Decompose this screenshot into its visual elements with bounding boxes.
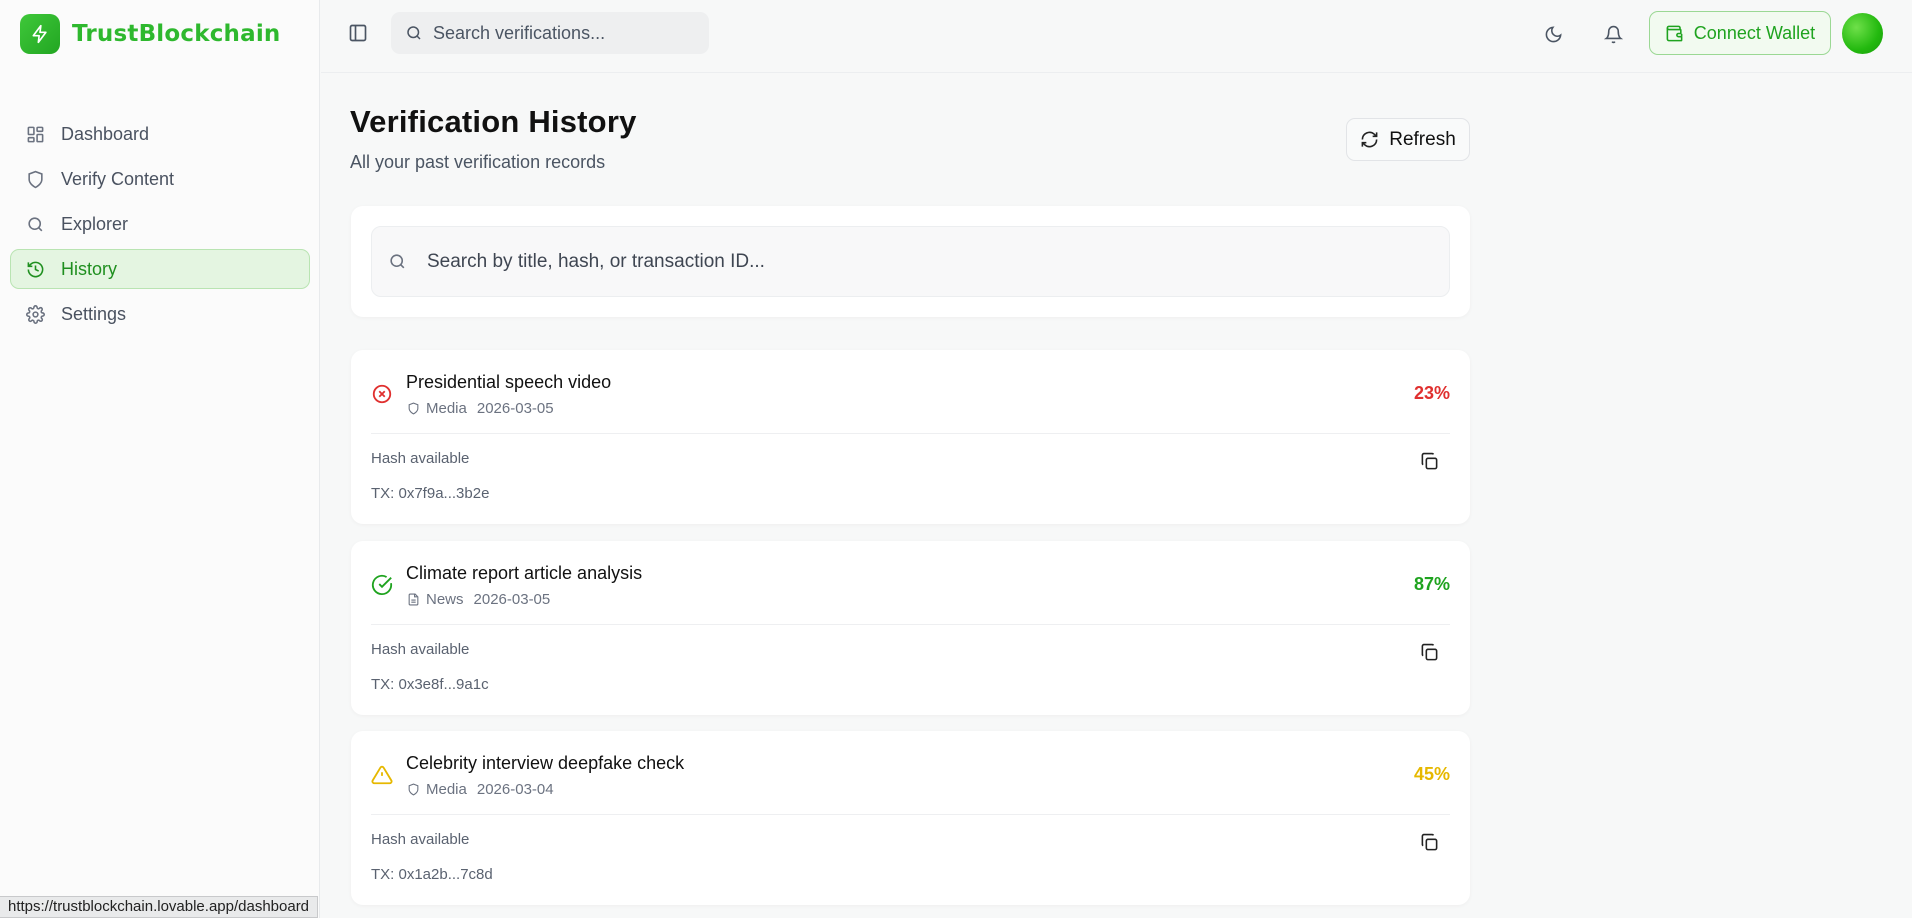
warning-triangle-icon — [371, 765, 393, 785]
dashboard-icon — [27, 126, 44, 142]
history-record[interactable]: Climate report article analysis News 202… — [351, 541, 1470, 715]
sidebar: TrustBlockchain Dashboard Verify Content… — [0, 0, 320, 918]
sidebar-item-label: Explorer — [61, 213, 129, 234]
bell-icon — [1603, 25, 1623, 43]
wallet-icon — [1666, 25, 1683, 41]
sidebar-item-settings[interactable]: Settings — [10, 294, 310, 334]
shield-icon — [408, 783, 419, 796]
record-title: Presidential speech video — [406, 372, 612, 392]
record-meta: Media 2026-03-04 — [407, 781, 554, 798]
brand-name: TrustBlockchain — [72, 21, 281, 47]
record-hash-status: Hash available — [371, 831, 470, 848]
refresh-label: Refresh — [1389, 128, 1456, 150]
filter-card — [351, 206, 1470, 317]
copy-icon — [1421, 452, 1437, 469]
search-icon — [390, 254, 405, 269]
search-icon — [28, 216, 43, 231]
search-verifications-input[interactable] — [433, 22, 693, 44]
record-score: 23% — [1413, 383, 1450, 403]
copy-icon — [1421, 833, 1437, 850]
divider — [371, 624, 1450, 625]
record-score: 87% — [1413, 574, 1450, 594]
avatar[interactable] — [1842, 13, 1883, 54]
page-title: Verification History — [350, 104, 637, 139]
divider — [371, 814, 1450, 815]
gear-icon — [26, 304, 45, 324]
history-record[interactable]: Celebrity interview deepfake check Media… — [351, 731, 1470, 905]
refresh-icon — [1361, 131, 1378, 148]
divider — [371, 433, 1450, 434]
filter-search — [371, 226, 1450, 297]
record-category: Media — [426, 400, 467, 417]
sidebar-item-verify-content[interactable]: Verify Content — [10, 159, 310, 199]
record-tx: TX: 0x3e8f...9a1c — [371, 676, 489, 693]
copy-hash-button[interactable] — [1416, 829, 1442, 855]
record-date: 2026-03-05 — [473, 591, 551, 608]
copy-icon — [1421, 643, 1437, 660]
sidebar-item-label: Settings — [61, 303, 127, 324]
lightning-logo-icon — [20, 14, 60, 54]
record-hash-status: Hash available — [371, 641, 470, 658]
sidebar-item-label: History — [61, 258, 118, 279]
top-header: Connect Wallet — [321, 0, 1912, 73]
shield-icon — [408, 402, 419, 415]
refresh-button[interactable]: Refresh — [1346, 118, 1470, 161]
history-search-input[interactable] — [427, 250, 1327, 273]
record-tx: TX: 0x1a2b...7c8d — [371, 866, 493, 883]
copy-hash-button[interactable] — [1416, 448, 1442, 474]
sidebar-toggle-button[interactable] — [345, 20, 371, 46]
header-search — [391, 12, 709, 54]
sidebar-item-explorer[interactable]: Explorer — [10, 204, 310, 244]
file-text-icon — [408, 593, 419, 606]
shield-icon — [28, 170, 43, 188]
theme-toggle-button[interactable] — [1539, 20, 1567, 48]
record-hash-status: Hash available — [371, 450, 470, 467]
moon-icon — [1545, 25, 1562, 42]
connect-wallet-button[interactable]: Connect Wallet — [1649, 11, 1831, 55]
browser-status-url: https://trustblockchain.lovable.app/dash… — [0, 896, 319, 918]
record-date: 2026-03-05 — [476, 400, 554, 417]
copy-hash-button[interactable] — [1416, 639, 1442, 665]
notifications-button[interactable] — [1599, 20, 1627, 48]
sidebar-item-history[interactable]: History — [10, 249, 310, 289]
sidebar-item-dashboard[interactable]: Dashboard — [10, 114, 310, 154]
record-category: News — [426, 591, 464, 608]
x-circle-icon — [372, 384, 392, 404]
record-date: 2026-03-04 — [476, 781, 554, 798]
record-score: 45% — [1413, 764, 1450, 784]
record-category: Media — [426, 781, 467, 798]
sidebar-toggle-icon — [349, 24, 367, 42]
search-icon — [407, 26, 421, 40]
connect-wallet-label: Connect Wallet — [1693, 22, 1816, 43]
record-title: Celebrity interview deepfake check — [406, 753, 685, 773]
sidebar-item-label: Dashboard — [61, 123, 150, 144]
record-meta: Media 2026-03-05 — [407, 400, 554, 417]
history-icon — [27, 261, 44, 277]
record-meta: News 2026-03-05 — [407, 591, 550, 608]
sidebar-item-label: Verify Content — [61, 168, 175, 189]
brand[interactable]: TrustBlockchain — [20, 14, 281, 54]
sidebar-nav: Dashboard Verify Content Explorer Histor… — [10, 114, 310, 339]
history-record[interactable]: Presidential speech video Media 2026-03-… — [351, 350, 1470, 524]
page-subtitle: All your past verification records — [350, 152, 606, 172]
record-title: Climate report article analysis — [406, 563, 643, 583]
record-tx: TX: 0x7f9a...3b2e — [371, 485, 490, 502]
check-circle-icon — [371, 574, 393, 595]
